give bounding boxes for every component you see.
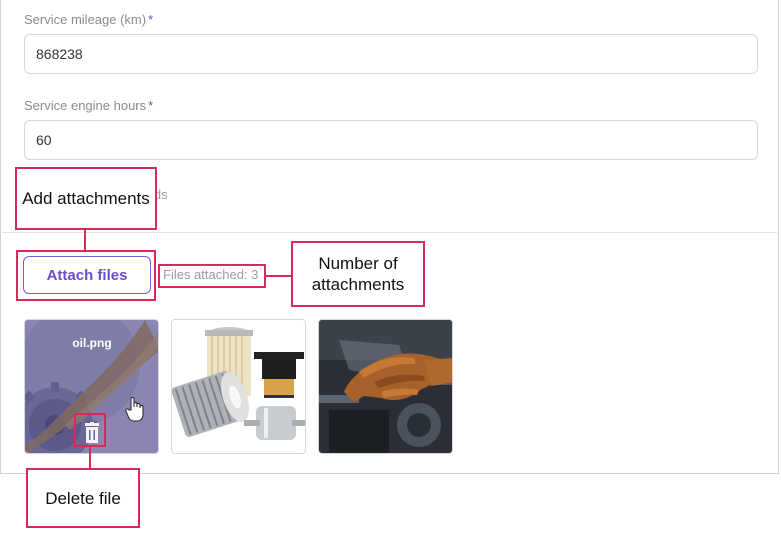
service-mileage-value: 868238 [36, 46, 83, 62]
section-divider [2, 232, 779, 233]
thumbnail-filename: oil.png [72, 336, 111, 350]
required-mark: * [148, 12, 154, 27]
service-engine-hours-input[interactable]: 60 [24, 120, 758, 160]
attachment-thumbnail-engine[interactable] [318, 319, 453, 454]
service-engine-hours-label: Service engine hours * [24, 98, 154, 113]
service-form-panel: Service mileage (km) * 868238 Service eng… [0, 0, 779, 474]
engine-hand-image [319, 320, 452, 453]
service-mileage-label: Service mileage (km) * [24, 12, 154, 27]
files-count-connector [266, 275, 292, 277]
add-attachments-callout: Add attachments [15, 167, 157, 230]
attachment-thumbnail-filters[interactable] [171, 319, 306, 454]
delete-file-connector [89, 447, 91, 469]
service-engine-hours-value: 60 [36, 132, 52, 148]
oil-filters-image [172, 320, 305, 453]
delete-file-callout: Delete file [26, 468, 140, 528]
number-of-attachments-callout: Number of attachments [291, 241, 425, 307]
required-mark: * [148, 98, 154, 113]
files-count-highlight [158, 264, 266, 288]
service-mileage-input[interactable]: 868238 [24, 34, 758, 74]
attach-button-highlight [16, 250, 156, 301]
add-attachments-connector [84, 229, 86, 251]
delete-icon-highlight [74, 413, 106, 447]
